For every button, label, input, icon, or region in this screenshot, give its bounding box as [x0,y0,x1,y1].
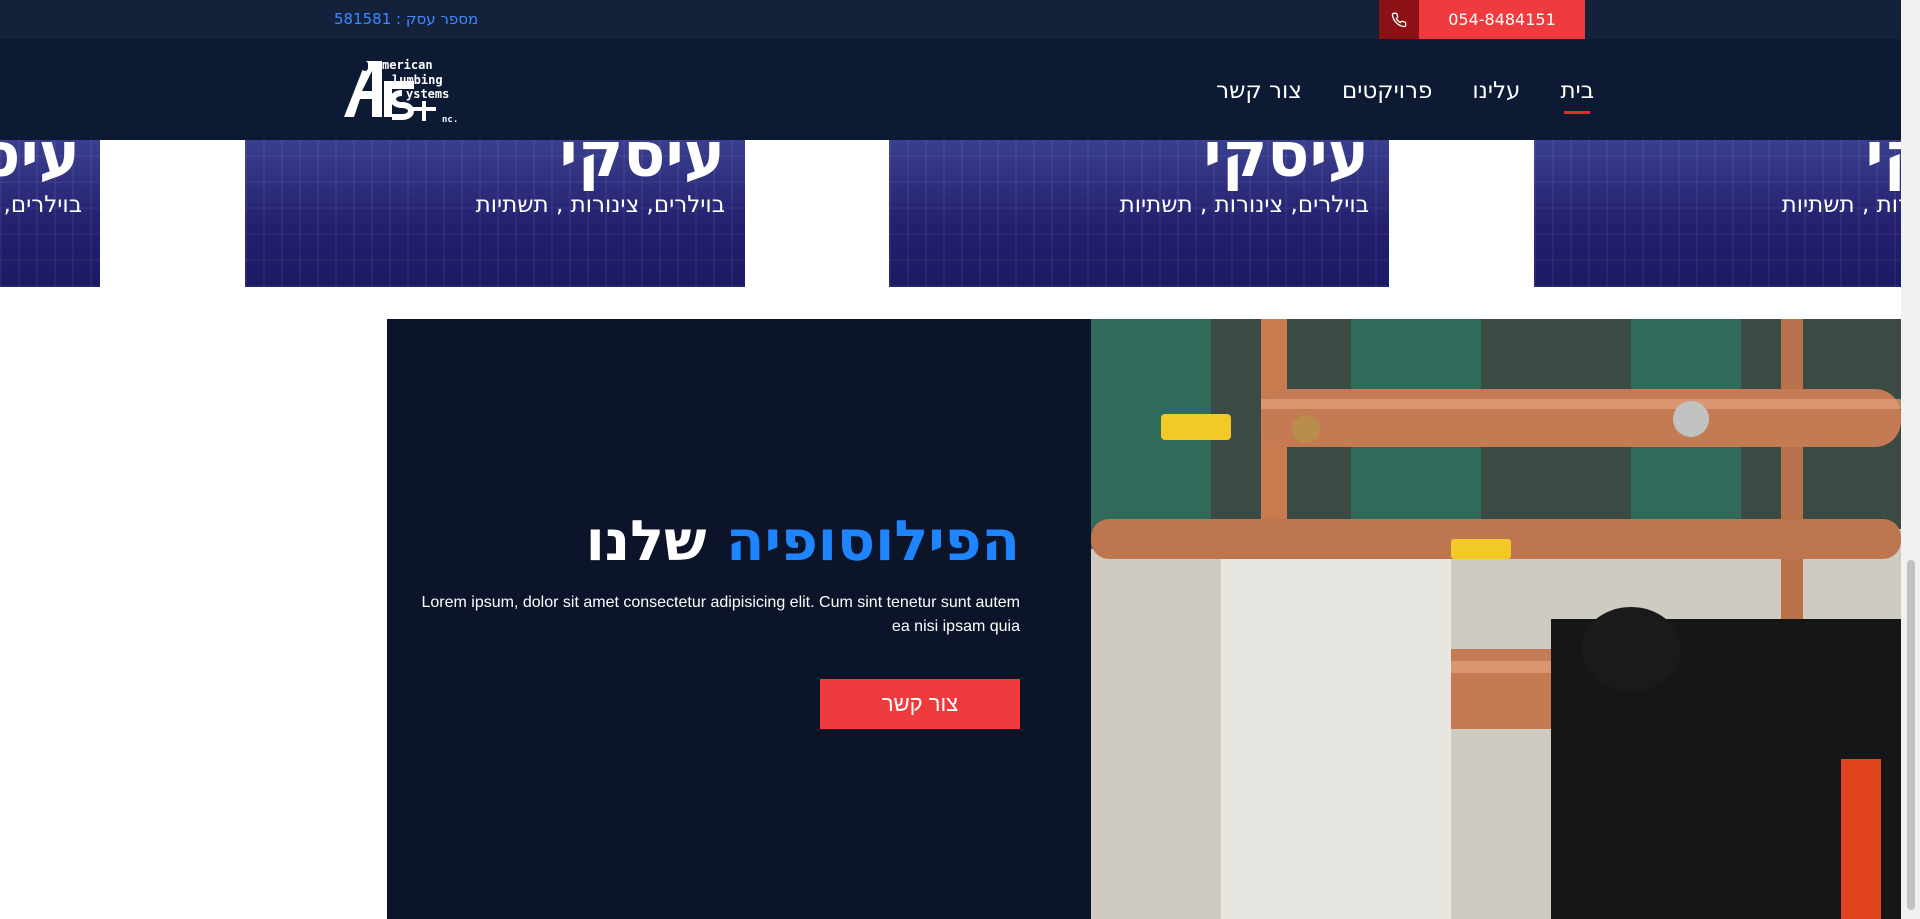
logo-text-line-4: nc. [442,115,458,125]
plumbing-photo [1091,319,1901,919]
card-title: עיסקי [1865,140,1901,191]
top-bar: מספר עסק : 581581 054-8484151 [0,0,1901,39]
service-card[interactable]: עיסקי בוילרים, צינורות , תשתיות [245,140,745,287]
card-subtitle: בוילרים, צינורות , תשתיות [0,192,82,218]
card-title: עיסקי [0,140,80,191]
main-nav: בית עלינו פרויקטים צור קשר [1216,78,1594,104]
philosophy-title-highlight: הפילוסופיה [726,509,1020,574]
service-card[interactable]: עיסקי בוילרים, צינורות , תשתיות [1534,140,1901,287]
card-subtitle: בוילרים, צינורות , תשתיות [1781,192,1901,218]
phone-cta[interactable]: 054-8484151 [1379,0,1585,39]
page-scrollbar[interactable] [1901,0,1920,919]
contact-button[interactable]: צור קשר [820,679,1020,729]
nav-item-projects[interactable]: פרויקטים [1342,78,1432,104]
logo-text-line-1: merican [382,58,433,72]
philosophy-title-rest: שלנו [585,509,707,574]
card-subtitle: בוילרים, צינורות , תשתיות [475,192,725,218]
philosophy-title: הפילוסופיה שלנו [586,509,1020,574]
philosophy-section: הפילוסופיה שלנו Lorem ipsum, dolor sit a… [387,319,1091,919]
nav-item-home[interactable]: בית [1560,78,1594,104]
nav-item-about[interactable]: עלינו [1472,78,1520,104]
card-subtitle: בוילרים, צינורות , תשתיות [1119,192,1369,218]
phone-number[interactable]: 054-8484151 [1419,0,1585,39]
service-card[interactable]: עיסקי בוילרים, צינורות , תשתיות [889,140,1389,287]
company-logo[interactable]: merican lumbing ystems nc. [326,55,478,127]
service-card[interactable]: עיסקי בוילרים, צינורות , תשתיות [0,140,100,287]
business-number: מספר עסק : 581581 [334,10,479,28]
logo-text-line-3: ystems [406,87,449,101]
scrollbar-thumb[interactable] [1907,560,1915,910]
philosophy-text: Lorem ipsum, dolor sit amet consectetur … [421,594,1021,635]
phone-icon[interactable] [1379,0,1419,39]
card-title: עיסקי [1203,140,1369,191]
nav-item-contact[interactable]: צור קשר [1216,78,1302,104]
card-title: עיסקי [559,140,725,191]
navbar [0,39,1901,140]
logo-text-line-2: lumbing [392,73,443,87]
